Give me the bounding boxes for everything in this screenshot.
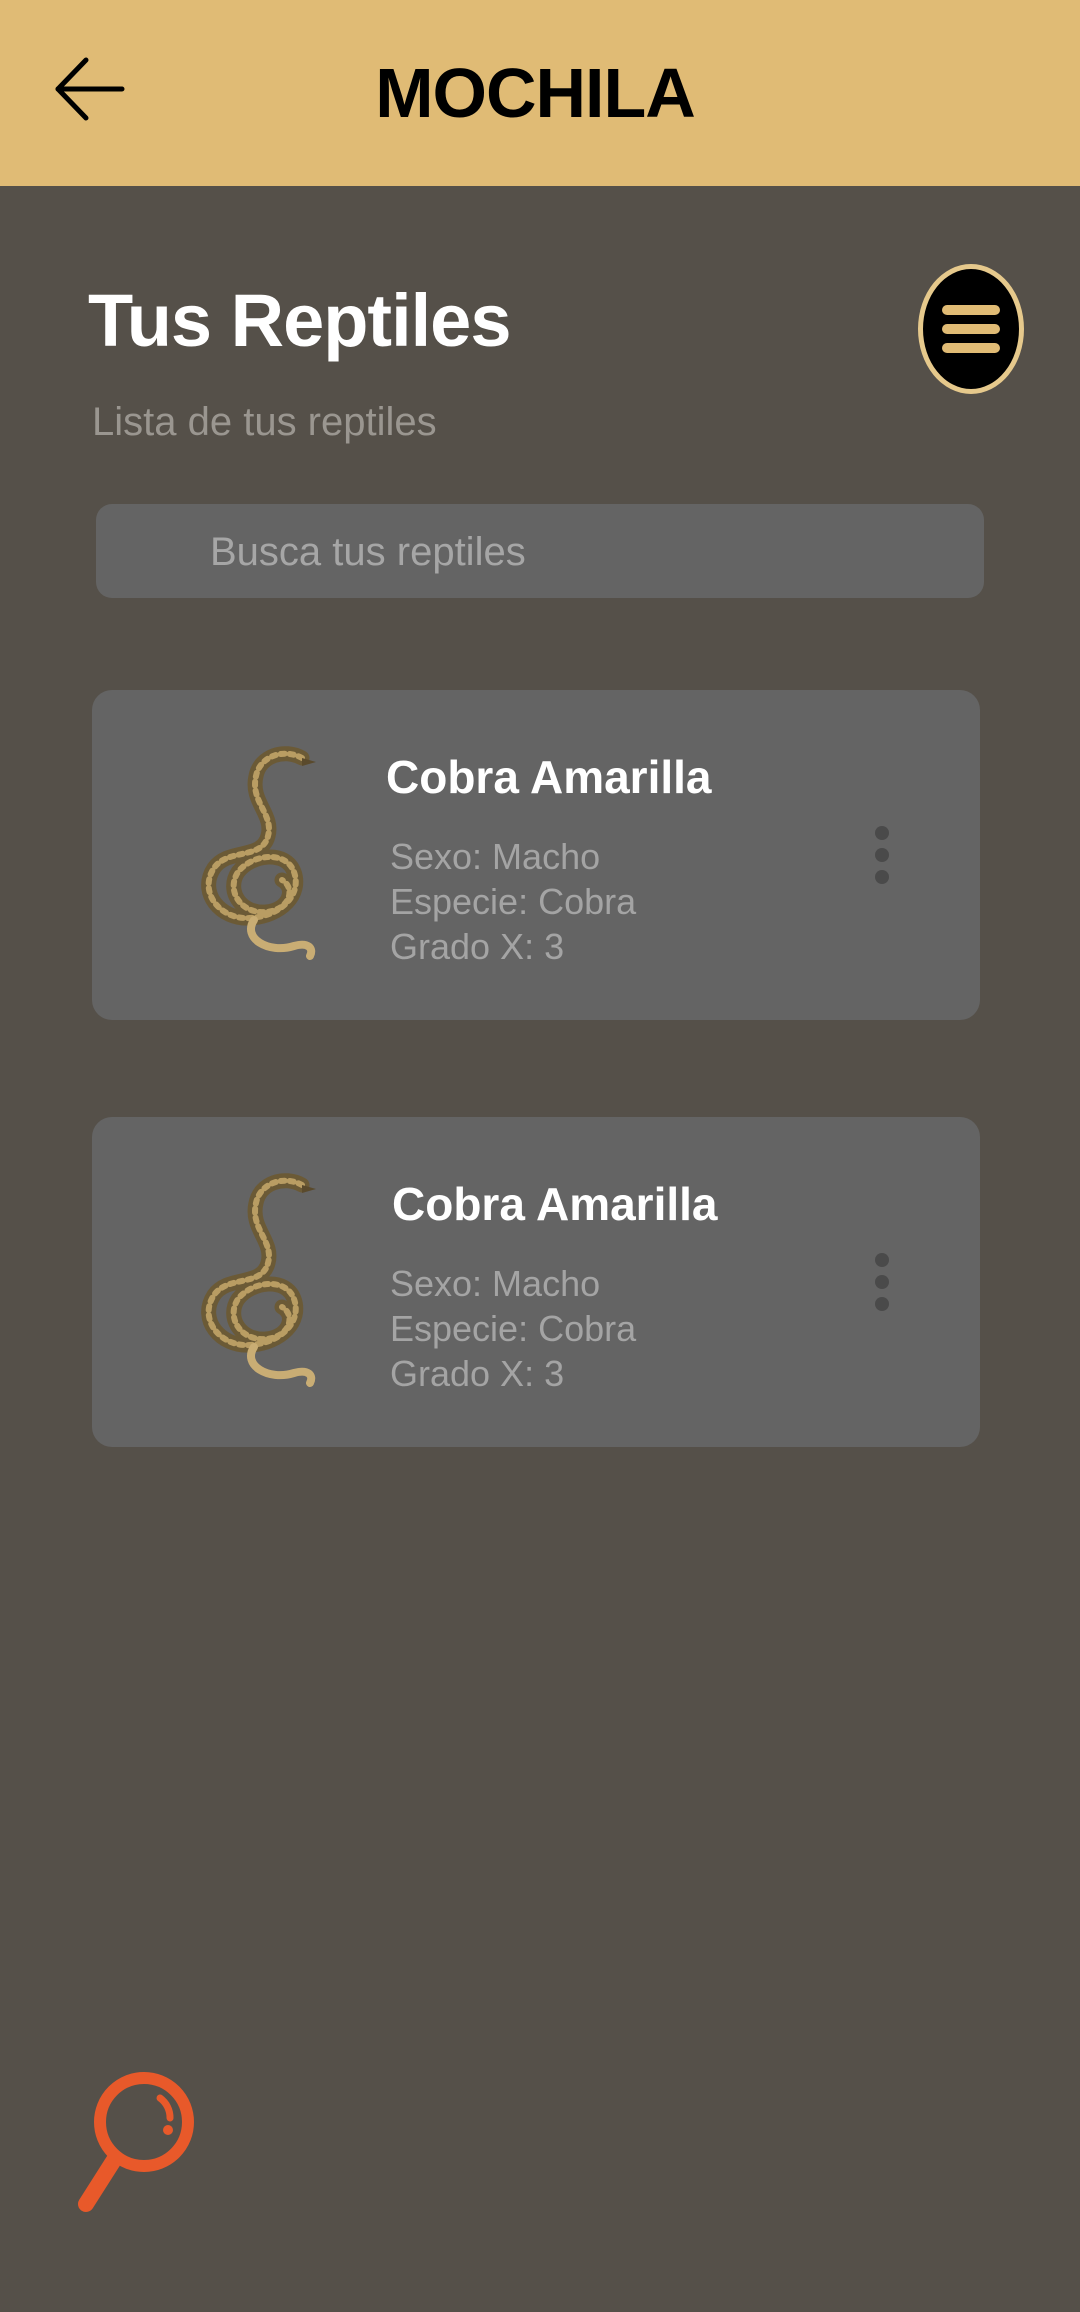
hamburger-menu-icon — [942, 305, 1000, 353]
reptile-card[interactable]: Cobra Amarilla Sexo: Macho Especie: Cobr… — [92, 690, 980, 1020]
reptile-especie: Especie: Cobra — [390, 881, 637, 922]
reptile-grado: Grado X: 3 — [390, 1353, 565, 1394]
reptile-name: Cobra Amarilla — [386, 751, 712, 803]
reptile-sexo: Sexo: Macho — [390, 836, 601, 877]
reptile-name: Cobra Amarilla — [392, 1178, 718, 1230]
reptile-especie: Especie: Cobra — [390, 1308, 637, 1349]
search-fab-button[interactable] — [72, 2060, 202, 2220]
section-subtitle: Lista de tus reptiles — [92, 400, 437, 444]
more-vertical-icon[interactable] — [862, 1237, 902, 1327]
reptile-grado: Grado X: 3 — [390, 926, 565, 967]
snake-image — [201, 746, 316, 960]
search-input[interactable] — [208, 504, 952, 600]
page-title: MOCHILA — [375, 54, 696, 132]
magnifier-icon — [78, 2072, 194, 2212]
reptile-card[interactable]: Cobra Amarilla Sexo: Macho Especie: Cobr… — [92, 1117, 980, 1447]
search-box — [96, 504, 984, 600]
reptile-sexo: Sexo: Macho — [390, 1263, 601, 1304]
snake-image — [201, 1173, 316, 1387]
top-bar: MOCHILA — [0, 0, 1080, 186]
section-title: Tus Reptiles — [88, 279, 511, 362]
menu-button[interactable] — [918, 264, 1024, 394]
more-vertical-icon[interactable] — [862, 810, 902, 900]
